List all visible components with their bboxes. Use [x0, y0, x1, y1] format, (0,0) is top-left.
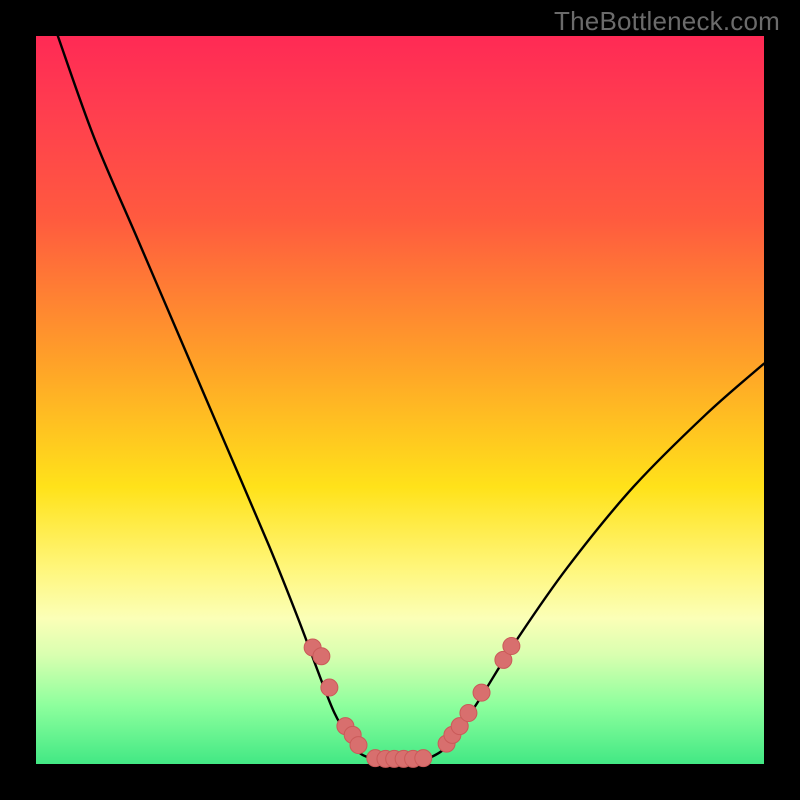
bottleneck-curve: [58, 36, 764, 760]
data-marker: [473, 684, 490, 701]
data-marker: [350, 737, 367, 754]
data-marker: [313, 648, 330, 665]
watermark-text: TheBottleneck.com: [554, 6, 780, 37]
chart-frame: TheBottleneck.com: [0, 0, 800, 800]
data-marker: [415, 750, 432, 767]
marker-group: [304, 638, 520, 768]
data-marker: [503, 638, 520, 655]
data-marker: [460, 705, 477, 722]
chart-svg: [36, 36, 764, 764]
plot-area: [36, 36, 764, 764]
data-marker: [321, 679, 338, 696]
